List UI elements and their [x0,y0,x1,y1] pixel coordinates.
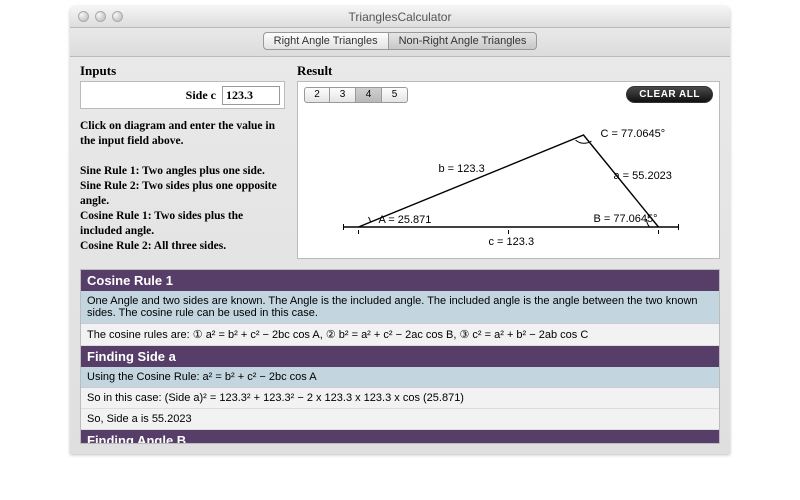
help-click-text: Click on diagram and enter the value in … [80,119,285,149]
dp-2[interactable]: 2 [304,87,330,103]
rule-text: So, Side a is 55.2023 [81,409,719,430]
label-side-a: a = 55.2023 [614,170,672,182]
tab-bar: Right Angle Triangles Non-Right Angle Tr… [70,28,730,57]
rule-header-angle-b: Finding Angle B [81,430,719,444]
app-window: TrianglesCalculator Right Angle Triangle… [70,6,730,454]
label-angle-c: C = 77.0645° [601,128,666,140]
label-angle-a: A = 25.871 [379,214,432,226]
minimize-icon[interactable] [95,11,106,22]
triangle-diagram[interactable]: A = 25.871 B = 77.0645° C = 77.0645° a =… [304,107,713,252]
cosine-rule-2: Cosine Rule 2: All three sides. [80,239,285,254]
label-side-b: b = 123.3 [439,163,485,175]
input-label: Side c [85,88,216,103]
inputs-help: Click on diagram and enter the value in … [80,119,285,253]
result-panel: Result 2 3 4 5 CLEAR ALL [297,63,720,259]
dp-4[interactable]: 4 [356,87,382,103]
zoom-icon[interactable] [112,11,123,22]
inputs-heading: Inputs [80,63,285,79]
decimal-places-selector: 2 3 4 5 [304,87,408,103]
rule-text: One Angle and two sides are known. The A… [81,291,719,324]
side-c-input[interactable] [222,86,280,105]
content-area: Inputs Side c Click on diagram and enter… [70,57,730,454]
window-controls [78,11,123,22]
rule-text: The cosine rules are: ① a² = b² + c² − 2… [81,324,719,346]
window-title: TrianglesCalculator [349,10,452,24]
dp-3[interactable]: 3 [330,87,356,103]
tab-non-right-angle[interactable]: Non-Right Angle Triangles [389,32,538,50]
rule-text: So in this case: (Side a)² = 123.3² + 12… [81,388,719,409]
rule-header-cosine1: Cosine Rule 1 [81,270,719,291]
label-side-c: c = 123.3 [489,236,535,248]
tab-right-angle[interactable]: Right Angle Triangles [263,32,389,50]
input-row: Side c [80,81,285,109]
cosine-rule-1: Cosine Rule 1: Two sides plus the includ… [80,209,285,239]
clear-all-button[interactable]: CLEAR ALL [626,86,713,103]
sine-rule-2: Sine Rule 2: Two sides plus one opposite… [80,179,285,209]
rules-output[interactable]: Cosine Rule 1 One Angle and two sides ar… [80,269,720,444]
dp-5[interactable]: 5 [382,87,408,103]
close-icon[interactable] [78,11,89,22]
titlebar: TrianglesCalculator [70,6,730,28]
sine-rule-1: Sine Rule 1: Two angles plus one side. [80,164,285,179]
rule-text: Using the Cosine Rule: a² = b² + c² − 2b… [81,367,719,388]
rule-header-side-a: Finding Side a [81,346,719,367]
label-angle-b: B = 77.0645° [594,213,658,225]
result-heading: Result [297,63,720,79]
inputs-panel: Inputs Side c Click on diagram and enter… [80,63,285,259]
